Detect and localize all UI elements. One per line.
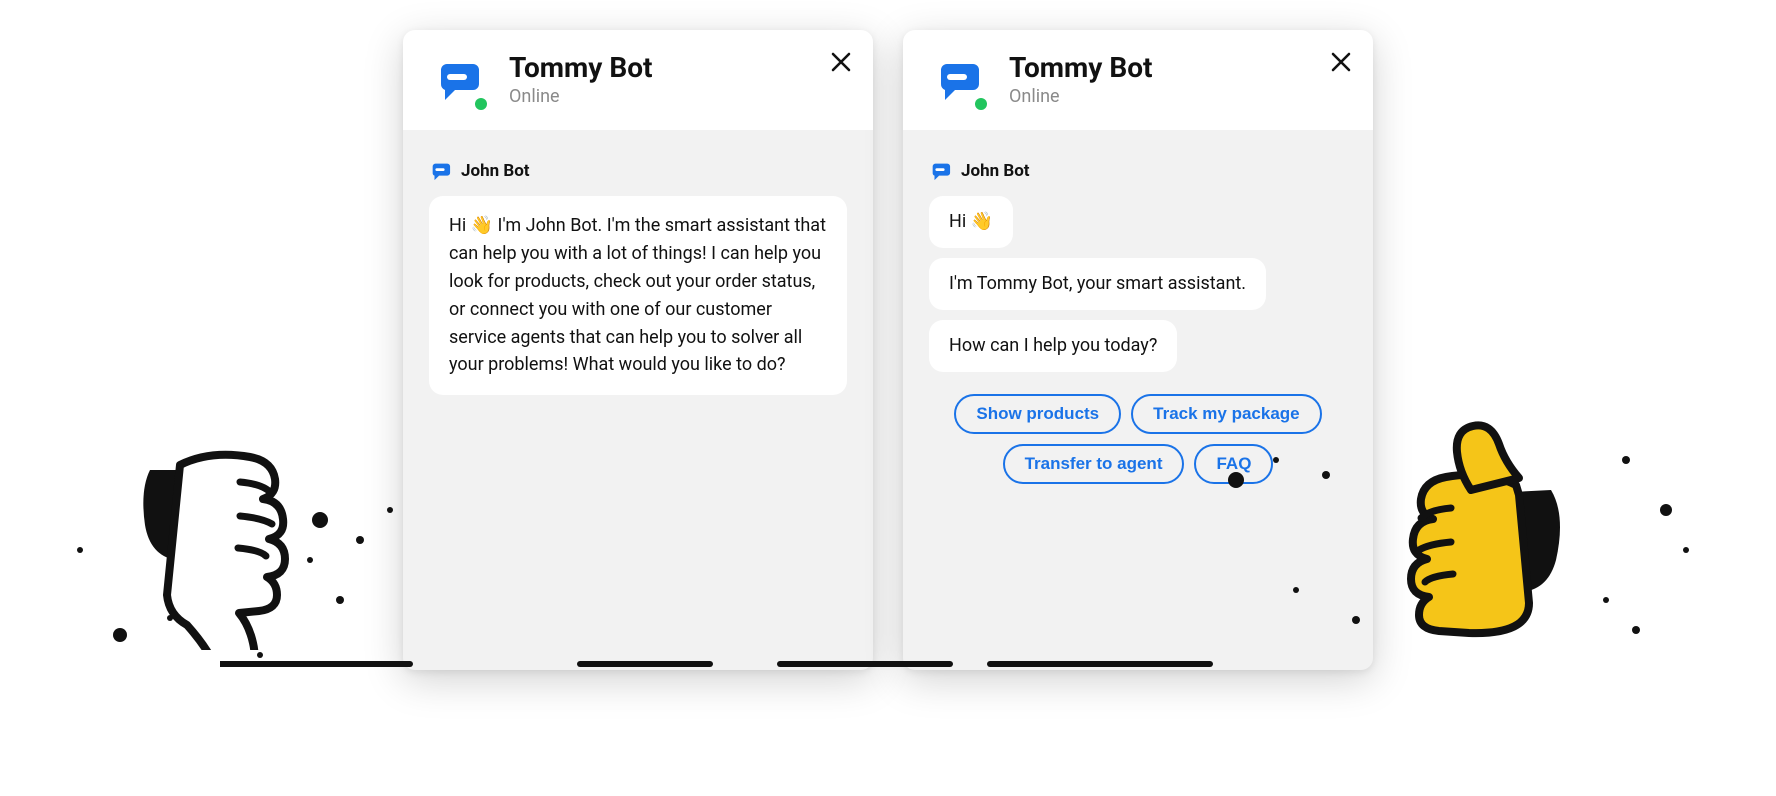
chat-message: Hi 👋 I'm John Bot. I'm the smart assista…: [429, 196, 847, 395]
message-sender: John Bot: [929, 160, 1347, 182]
quick-reply-button[interactable]: FAQ: [1194, 444, 1273, 484]
status-dot-icon: [975, 98, 987, 110]
bot-title: Tommy Bot: [509, 53, 653, 84]
chat-header: Tommy Bot Online: [903, 30, 1373, 130]
bot-avatar: [429, 52, 485, 108]
chat-message: Hi 👋: [929, 196, 1013, 248]
close-button[interactable]: [1327, 48, 1355, 76]
bot-status: Online: [509, 86, 653, 107]
close-icon: [1329, 50, 1353, 74]
chat-widget-good: Tommy Bot Online John Bot Hi 👋 I'm Tommy…: [903, 30, 1373, 670]
chat-bubble-icon: [433, 56, 481, 104]
close-button[interactable]: [827, 48, 855, 76]
message-sender: John Bot: [429, 160, 847, 182]
quick-reply-button[interactable]: Track my package: [1131, 394, 1321, 434]
chat-bubble-icon: [929, 160, 951, 182]
chat-bubble-icon: [429, 160, 451, 182]
chat-widget-bad: Tommy Bot Online John Bot Hi 👋 I'm John …: [403, 30, 873, 670]
bot-status: Online: [1009, 86, 1153, 107]
bot-title: Tommy Bot: [1009, 53, 1153, 84]
quick-replies: Show products Track my package Transfer …: [929, 394, 1347, 484]
quick-reply-button[interactable]: Show products: [954, 394, 1121, 434]
chat-body: John Bot Hi 👋 I'm John Bot. I'm the smar…: [403, 130, 873, 670]
bot-avatar: [929, 52, 985, 108]
sender-name: John Bot: [461, 161, 530, 181]
close-icon: [829, 50, 853, 74]
status-dot-icon: [475, 98, 487, 110]
chat-message: I'm Tommy Bot, your smart assistant.: [929, 258, 1266, 310]
sender-name: John Bot: [961, 161, 1030, 181]
chat-message: How can I help you today?: [929, 320, 1177, 372]
chat-body: John Bot Hi 👋 I'm Tommy Bot, your smart …: [903, 130, 1373, 670]
chat-bubble-icon: [933, 56, 981, 104]
chat-header: Tommy Bot Online: [403, 30, 873, 130]
quick-reply-button[interactable]: Transfer to agent: [1003, 444, 1185, 484]
baseline-strokes-icon: [220, 660, 1220, 670]
